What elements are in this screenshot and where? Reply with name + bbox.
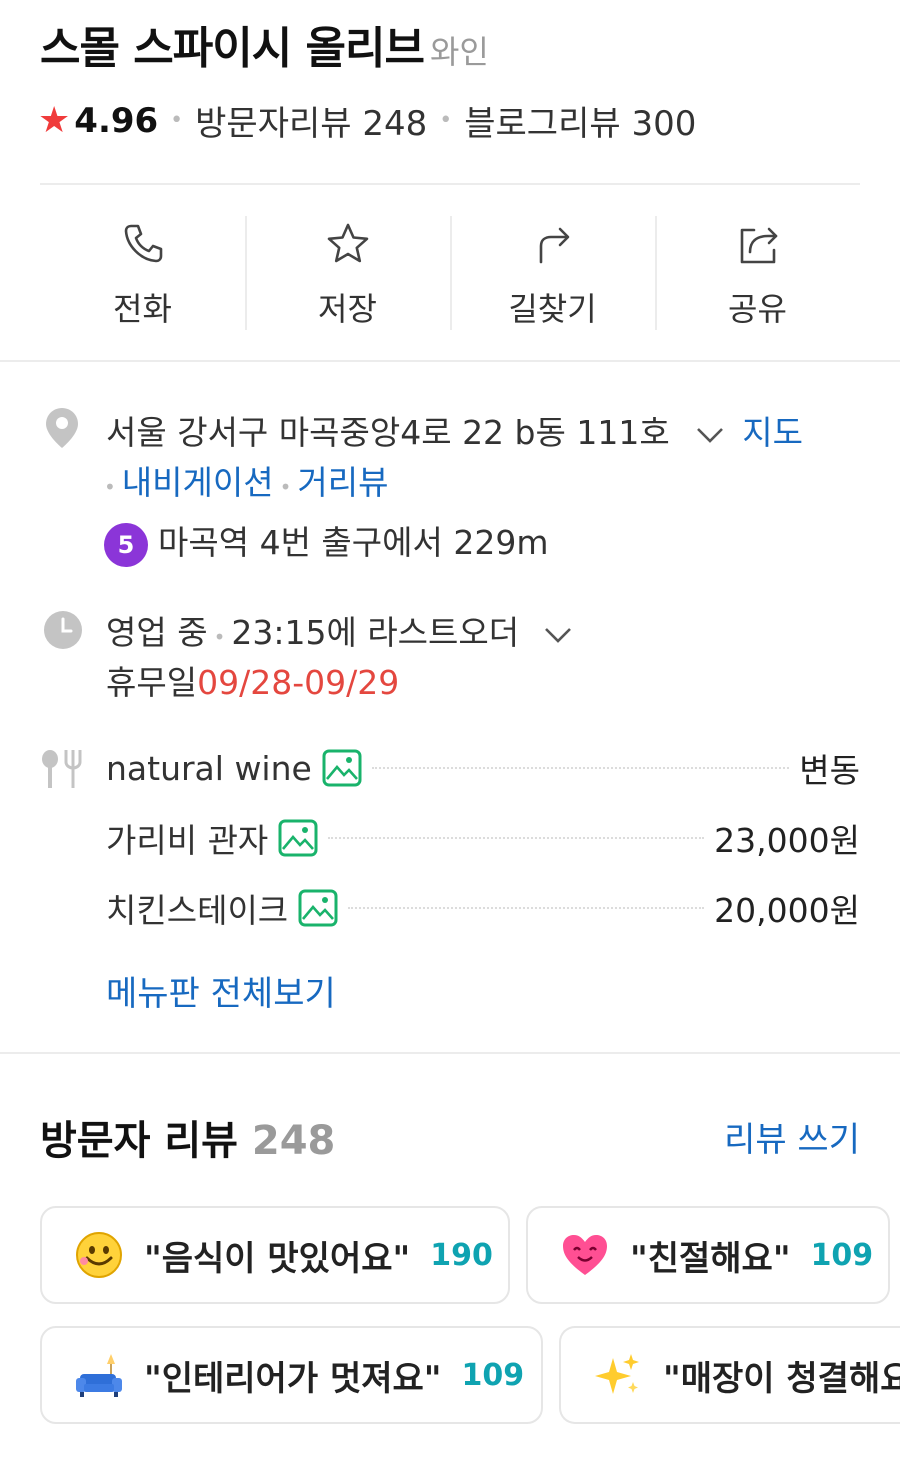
reviews-heading: 방문자 리뷰 248	[40, 1108, 335, 1166]
keyword-count: 190	[430, 1237, 493, 1273]
utensils-icon	[40, 748, 84, 788]
menu-item[interactable]: 치킨스테이크 20,000원	[106, 888, 860, 930]
chevron-down-icon[interactable]	[690, 415, 730, 455]
keyword-count: 109	[810, 1237, 874, 1273]
address-text[interactable]: 서울 강서구 마곡중앙4로 22 b동 111호	[106, 413, 670, 452]
save-button[interactable]: 저장	[245, 214, 450, 332]
rating-row: ★ 4.96 • 방문자리뷰 248 • 블로그리뷰 300	[38, 96, 696, 145]
blog-reviews-link[interactable]: 블로그리뷰 300	[464, 96, 696, 145]
call-button[interactable]: 전화	[40, 214, 245, 332]
phone-icon	[124, 224, 162, 263]
menu-leader	[371, 767, 790, 769]
subway-row: 5 마곡역 4번 출구에서 229m	[104, 516, 548, 567]
visitor-reviews-link[interactable]: 방문자리뷰 248	[195, 96, 427, 145]
section-divider	[0, 360, 900, 362]
keyword-chip[interactable]: "음식이 맛있어요" 190	[40, 1206, 510, 1304]
holiday-row: 휴무일09/28-09/29	[106, 656, 399, 704]
action-bar: 전화 저장 길찾기 공유	[40, 214, 860, 332]
keyword-chip[interactable]: "인테리어가 멋져요" 109	[40, 1326, 543, 1424]
photo-icon	[278, 819, 318, 857]
holiday-label: 휴무일	[106, 663, 198, 702]
keyword-text: "매장이 청결해요"	[663, 1358, 900, 1399]
separator-dot: •	[213, 625, 226, 649]
keyword-chip[interactable]: "친절해요" 109	[526, 1206, 890, 1304]
streetview-link[interactable]: 거리뷰	[297, 463, 388, 502]
hours-row: 영업 중 • 23:15에 라스트오더	[106, 606, 578, 655]
location-pin-icon	[44, 406, 80, 450]
star-outline-icon	[327, 223, 368, 263]
rating-score: 4.96	[74, 100, 159, 141]
place-category: 와인	[429, 33, 489, 71]
address-row: 서울 강서구 마곡중앙4로 22 b동 111호 지도	[106, 406, 803, 455]
keyword-text: "친절해요"	[630, 1238, 791, 1279]
keyword-text: "인테리어가 멋져요"	[144, 1358, 442, 1399]
clock-icon	[43, 610, 83, 650]
place-title: 스몰 스파이시 올리브 와인	[40, 12, 489, 76]
menu-item-price: 20,000원	[714, 891, 860, 930]
menu-item-name: natural wine	[106, 748, 312, 788]
menu-leader	[348, 907, 705, 909]
menu-item-price: 변동	[799, 751, 860, 790]
menu-item[interactable]: natural wine 변동	[106, 748, 860, 791]
share-label: 공유	[728, 290, 787, 328]
last-order: 23:15에 라스트오더	[231, 613, 520, 652]
keyword-count: 109	[461, 1357, 525, 1393]
write-review-link[interactable]: 리뷰 쓰기	[724, 1112, 860, 1161]
menu-item-name: 치킨스테이크	[106, 891, 289, 930]
sparkles-icon	[595, 1354, 639, 1394]
menu-item-price: 23,000원	[714, 821, 860, 860]
section-divider	[0, 1052, 900, 1054]
subway-text: 마곡역 4번 출구에서 229m	[158, 523, 549, 562]
address-links-row: • 내비게이션 • 거리뷰	[98, 456, 389, 504]
reviews-count: 248	[251, 1118, 336, 1164]
sofa-icon	[76, 1354, 122, 1397]
share-button[interactable]: 공유	[655, 214, 860, 332]
directions-label: 길찾기	[508, 290, 597, 328]
save-label: 저장	[318, 290, 377, 328]
separator-dot: •	[279, 475, 292, 499]
map-link[interactable]: 지도	[742, 413, 803, 452]
heart-face-icon	[563, 1235, 607, 1275]
place-name: 스몰 스파이시 올리브	[40, 23, 425, 74]
keyword-chip[interactable]: "매장이 청결해요"	[559, 1326, 900, 1424]
directions-icon	[539, 227, 569, 264]
directions-button[interactable]: 길찾기	[450, 214, 655, 332]
navigation-link[interactable]: 내비게이션	[122, 463, 274, 502]
chevron-down-icon[interactable]	[538, 615, 578, 655]
keyword-text: "음식이 맛있어요"	[144, 1238, 411, 1279]
star-icon: ★	[38, 100, 71, 141]
reviews-title: 방문자 리뷰	[40, 1118, 238, 1164]
smiley-face-icon	[76, 1232, 122, 1278]
menu-item[interactable]: 가리비 관자 23,000원	[106, 818, 860, 860]
holiday-dates: 09/28-09/29	[197, 663, 400, 702]
view-full-menu-link[interactable]: 메뉴판 전체보기	[106, 966, 336, 1015]
separator-dot: •	[439, 108, 453, 133]
separator-dot: •	[104, 475, 116, 499]
business-status: 영업 중	[106, 613, 208, 652]
menu-item-name: 가리비 관자	[106, 821, 269, 860]
divider	[40, 183, 860, 185]
photo-icon	[298, 889, 338, 927]
photo-icon	[322, 749, 362, 787]
subway-line-badge: 5	[104, 522, 148, 567]
menu-leader	[328, 837, 705, 839]
separator-dot: •	[170, 108, 184, 133]
call-label: 전화	[113, 290, 172, 328]
share-icon	[740, 227, 777, 264]
